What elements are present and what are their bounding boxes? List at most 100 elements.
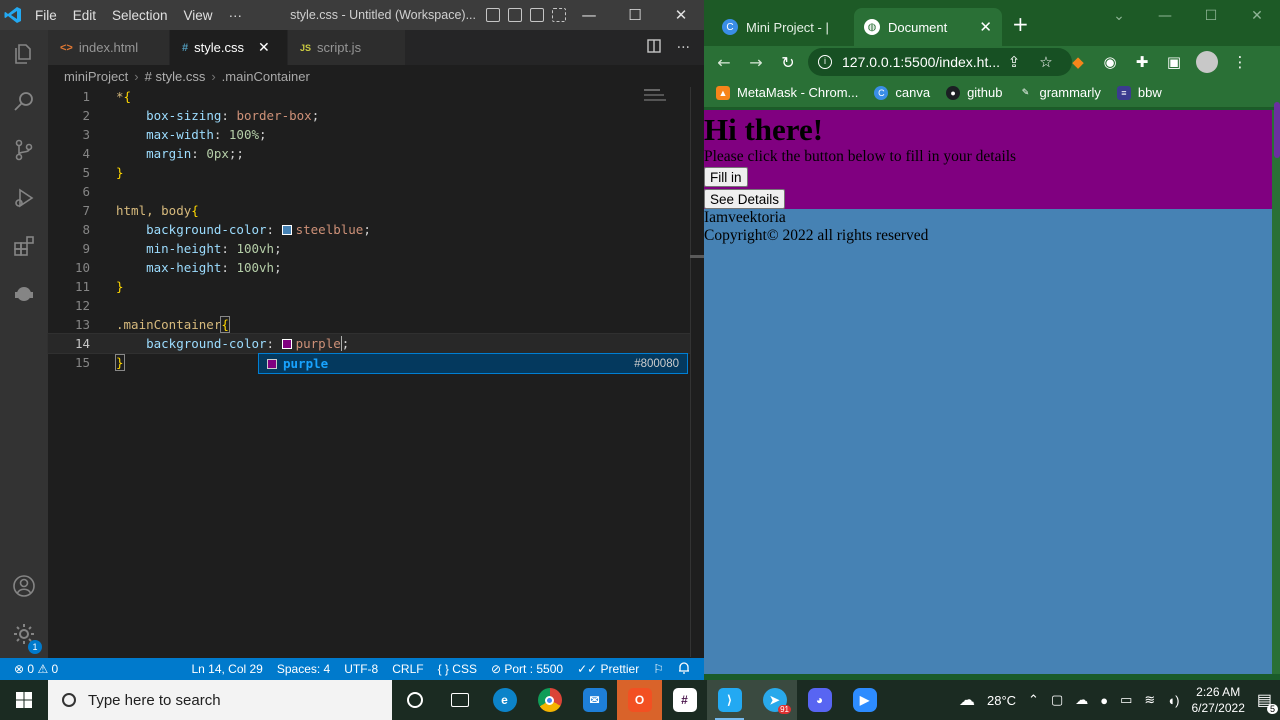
show-hidden-icons-chevron-icon[interactable]: ⌃ — [1028, 692, 1039, 708]
extensions-puzzle-icon[interactable]: ✚ — [1132, 53, 1152, 71]
weather-temperature[interactable]: 28°C — [987, 693, 1016, 708]
new-tab-button[interactable]: + — [1012, 12, 1029, 36]
clock[interactable]: 2:26 AM 6/27/2022 — [1191, 684, 1244, 716]
fill-in-button[interactable]: Fill in — [704, 167, 748, 187]
notifications-bell-icon[interactable] — [678, 661, 690, 677]
forward-arrow-icon[interactable]: → — [740, 53, 772, 72]
maximize-button[interactable]: ☐ — [612, 6, 658, 24]
menu-edit[interactable]: Edit — [65, 8, 104, 23]
vscode-taskbar-icon[interactable]: ⟩ — [707, 680, 752, 720]
more-actions-icon[interactable]: ··· — [677, 40, 690, 56]
share-icon[interactable]: ⇪ — [1004, 53, 1024, 71]
side-panel-icon[interactable]: ▣ — [1164, 53, 1184, 71]
autocomplete-suggestion[interactable]: purple #800080 — [258, 353, 688, 374]
windows-start-icon[interactable] — [0, 680, 48, 720]
remote-explorer-icon[interactable] — [0, 270, 48, 318]
menu-selection[interactable]: Selection — [104, 8, 176, 23]
telegram-icon[interactable]: ➤ 91 — [752, 680, 797, 720]
tab-index-html[interactable]: <> index.html — [48, 30, 170, 65]
notification-center-icon[interactable]: ▤ 5 — [1257, 690, 1278, 714]
chrome-tab-mini-project[interactable]: C Mini Project - | — [712, 8, 852, 46]
chrome-close-button[interactable]: ✕ — [1234, 0, 1280, 32]
page-scrollbar-thumb[interactable] — [1274, 102, 1280, 158]
office-icon[interactable]: O — [617, 680, 662, 720]
battery-icon[interactable]: ▭ — [1120, 692, 1132, 708]
site-info-icon[interactable]: i — [818, 55, 832, 69]
reload-icon[interactable]: ↻ — [772, 53, 804, 72]
line-ending[interactable]: CRLF — [392, 662, 423, 676]
cortana-icon[interactable] — [392, 680, 437, 720]
weather-cloud-icon[interactable]: ☁ — [959, 690, 975, 710]
editor-scrollbar[interactable] — [690, 87, 704, 657]
chrome-maximize-button[interactable]: ☐ — [1188, 0, 1234, 32]
color-swatch-icon[interactable] — [281, 225, 292, 235]
taskbar-search-box[interactable]: Type here to search — [48, 680, 392, 720]
chrome-browser-icon[interactable] — [527, 680, 572, 720]
explorer-icon[interactable] — [0, 30, 48, 78]
menu-view[interactable]: View — [176, 8, 221, 23]
close-tab-icon[interactable]: ✕ — [979, 18, 992, 36]
page-scrollbar[interactable] — [1272, 110, 1280, 674]
onedrive-cloud-icon[interactable]: ☁ — [1075, 692, 1088, 708]
task-view-icon[interactable] — [437, 680, 482, 720]
bookmark-bbw[interactable]: ≡ bbw — [1116, 85, 1162, 100]
edge-browser-icon[interactable]: e — [482, 680, 527, 720]
minimap[interactable] — [642, 87, 692, 107]
language-mode[interactable]: { } CSS — [438, 662, 477, 676]
feedback-icon[interactable]: ⚐ — [653, 662, 664, 676]
scrollbar-thumb[interactable] — [690, 255, 704, 258]
wifi-icon[interactable]: ≋ — [1144, 692, 1155, 708]
menu-file[interactable]: File — [27, 8, 65, 23]
indentation[interactable]: Spaces: 4 — [277, 662, 330, 676]
problems-indicator[interactable]: ⊗ 0 ⚠ 0 — [14, 662, 58, 676]
source-control-icon[interactable] — [0, 126, 48, 174]
color-swatch-icon[interactable] — [281, 339, 292, 349]
bookmark-metamask[interactable]: ▲ MetaMask - Chrom... — [716, 85, 858, 100]
metamask-fox-icon[interactable]: ◆ — [1068, 53, 1088, 71]
encoding[interactable]: UTF-8 — [344, 662, 378, 676]
settings-gear-icon[interactable]: 1 — [0, 610, 48, 658]
tab-style-css[interactable]: # style.css ✕ — [170, 30, 288, 65]
microphone-icon[interactable]: ● — [1100, 693, 1108, 708]
taskbar-apps: e ✉ O # ⟩ ➤ 91 ◕ ▶ — [392, 680, 887, 720]
run-debug-icon[interactable] — [0, 174, 48, 222]
slack-icon[interactable]: # — [662, 680, 707, 720]
grammarly-extension-icon[interactable]: ◉ — [1100, 53, 1120, 71]
minimize-button[interactable]: — — [566, 6, 612, 24]
layout-controls — [486, 8, 566, 22]
bookmark-canva[interactable]: Ccanva — [874, 85, 930, 100]
mail-icon[interactable]: ✉ — [572, 680, 617, 720]
live-server-port[interactable]: ⊘ Port : 5500 — [491, 662, 563, 676]
meet-now-icon[interactable]: ▢ — [1051, 692, 1063, 708]
prettier-status[interactable]: ✓✓ Prettier — [577, 662, 639, 676]
account-icon[interactable] — [0, 562, 48, 610]
close-tab-icon[interactable]: ✕ — [258, 39, 270, 56]
search-icon[interactable] — [0, 78, 48, 126]
split-editor-icon[interactable] — [646, 38, 661, 57]
tab-search-chevron-icon[interactable]: ⌄ — [1096, 0, 1142, 32]
bookmark-star-icon[interactable]: ☆ — [1036, 53, 1056, 71]
chrome-tab-document[interactable]: ◍ Document ✕ — [854, 8, 1002, 46]
bookmark-github[interactable]: ● github — [946, 85, 1002, 100]
toggle-secondary-sidebar-icon[interactable] — [530, 8, 544, 22]
customize-layout-icon[interactable] — [552, 8, 566, 22]
breadcrumb-file[interactable]: # style.css — [145, 69, 206, 84]
see-details-button[interactable]: See Details — [704, 189, 786, 209]
extensions-icon[interactable] — [0, 222, 48, 270]
toggle-sidebar-icon[interactable] — [486, 8, 500, 22]
bookmark-grammarly[interactable]: ✎ grammarly — [1018, 85, 1101, 100]
tab-script-js[interactable]: JS script.js — [288, 30, 406, 65]
close-window-button[interactable]: ✕ — [658, 6, 704, 24]
chrome-menu-icon[interactable]: ⋮ — [1230, 53, 1250, 71]
chrome-minimize-button[interactable]: — — [1142, 0, 1188, 32]
breadcrumb-symbol[interactable]: .mainContainer — [222, 69, 310, 84]
menu-more[interactable]: ··· — [221, 8, 251, 23]
breadcrumb-folder[interactable]: miniProject — [64, 69, 128, 84]
profile-avatar[interactable] — [1196, 51, 1218, 73]
zoom-icon[interactable]: ▶ — [842, 680, 887, 720]
toggle-panel-icon[interactable] — [508, 8, 522, 22]
volume-speaker-icon[interactable]: ◖) — [1167, 693, 1179, 708]
back-arrow-icon[interactable]: ← — [708, 53, 740, 72]
cursor-position[interactable]: Ln 14, Col 29 — [191, 662, 262, 676]
discord-icon[interactable]: ◕ — [797, 680, 842, 720]
